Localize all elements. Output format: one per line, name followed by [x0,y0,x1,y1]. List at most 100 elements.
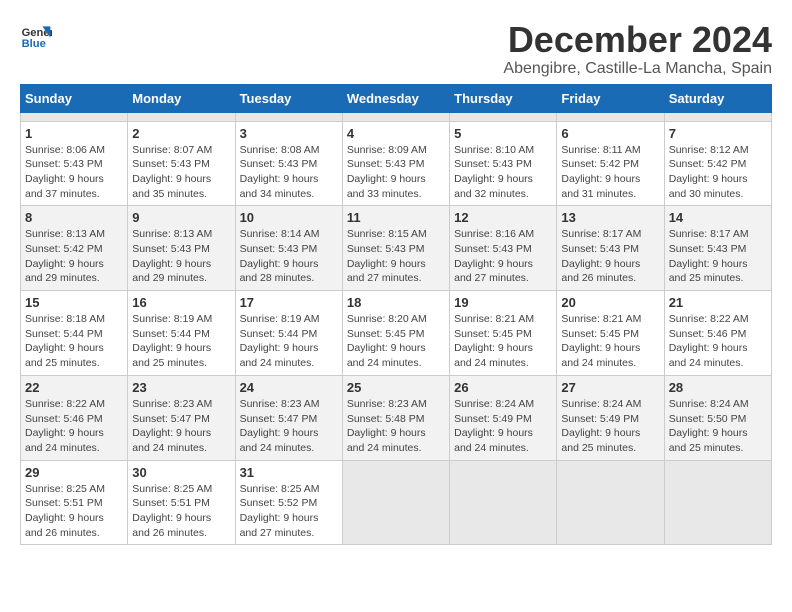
day-number: 28 [669,380,767,395]
calendar-cell [128,112,235,121]
day-number: 5 [454,126,552,141]
day-info: Sunrise: 8:25 AM Sunset: 5:51 PM Dayligh… [25,482,123,541]
logo: General Blue [20,20,52,52]
calendar-cell: 1 Sunrise: 8:06 AM Sunset: 5:43 PM Daylig… [21,121,128,206]
day-info: Sunrise: 8:06 AM Sunset: 5:43 PM Dayligh… [25,143,123,202]
day-info: Sunrise: 8:25 AM Sunset: 5:51 PM Dayligh… [132,482,230,541]
calendar-cell [664,112,771,121]
calendar-cell: 8 Sunrise: 8:13 AM Sunset: 5:42 PM Daylig… [21,206,128,291]
day-info: Sunrise: 8:23 AM Sunset: 5:48 PM Dayligh… [347,397,445,456]
day-number: 9 [132,210,230,225]
day-info: Sunrise: 8:15 AM Sunset: 5:43 PM Dayligh… [347,227,445,286]
calendar-week-row: 1 Sunrise: 8:06 AM Sunset: 5:43 PM Daylig… [21,121,772,206]
day-number: 15 [25,295,123,310]
day-info: Sunrise: 8:09 AM Sunset: 5:43 PM Dayligh… [347,143,445,202]
day-number: 11 [347,210,445,225]
day-number: 10 [240,210,338,225]
calendar-cell: 3 Sunrise: 8:08 AM Sunset: 5:43 PM Daylig… [235,121,342,206]
calendar-cell: 31Sunrise: 8:25 AM Sunset: 5:52 PM Dayli… [235,460,342,545]
location-title: Abengibre, Castille-La Mancha, Spain [503,60,772,78]
calendar-cell: 16 Sunrise: 8:19 AM Sunset: 5:44 PM Dayli… [128,291,235,376]
day-number: 23 [132,380,230,395]
day-info: Sunrise: 8:11 AM Sunset: 5:42 PM Dayligh… [561,143,659,202]
day-number: 26 [454,380,552,395]
day-info: Sunrise: 8:19 AM Sunset: 5:44 PM Dayligh… [240,312,338,371]
calendar-table: SundayMondayTuesdayWednesdayThursdayFrid… [20,84,772,546]
day-info: Sunrise: 8:22 AM Sunset: 5:46 PM Dayligh… [25,397,123,456]
day-number: 20 [561,295,659,310]
day-number: 6 [561,126,659,141]
calendar-cell: 15 Sunrise: 8:18 AM Sunset: 5:44 PM Dayli… [21,291,128,376]
day-of-week-header: Wednesday [342,84,449,112]
calendar-cell [450,112,557,121]
calendar-cell: 2Sunrise: 8:07 AM Sunset: 5:43 PM Daylig… [128,121,235,206]
day-number: 13 [561,210,659,225]
day-info: Sunrise: 8:10 AM Sunset: 5:43 PM Dayligh… [454,143,552,202]
calendar-cell: 9Sunrise: 8:13 AM Sunset: 5:43 PM Daylig… [128,206,235,291]
day-number: 16 [132,295,230,310]
day-info: Sunrise: 8:17 AM Sunset: 5:43 PM Dayligh… [669,227,767,286]
title-block: December 2024 Abengibre, Castille-La Man… [503,20,772,78]
calendar-cell [450,460,557,545]
day-number: 22 [25,380,123,395]
day-number: 19 [454,295,552,310]
month-title: December 2024 [503,20,772,60]
calendar-cell: 17Sunrise: 8:19 AM Sunset: 5:44 PM Dayli… [235,291,342,376]
calendar-cell: 25 Sunrise: 8:23 AM Sunset: 5:48 PM Dayli… [342,375,449,460]
calendar-week-row: 22 Sunrise: 8:22 AM Sunset: 5:46 PM Dayli… [21,375,772,460]
calendar-cell: 5 Sunrise: 8:10 AM Sunset: 5:43 PM Daylig… [450,121,557,206]
calendar-week-row: 8 Sunrise: 8:13 AM Sunset: 5:42 PM Daylig… [21,206,772,291]
day-info: Sunrise: 8:24 AM Sunset: 5:50 PM Dayligh… [669,397,767,456]
calendar-cell: 10 Sunrise: 8:14 AM Sunset: 5:43 PM Dayli… [235,206,342,291]
day-info: Sunrise: 8:18 AM Sunset: 5:44 PM Dayligh… [25,312,123,371]
day-info: Sunrise: 8:21 AM Sunset: 5:45 PM Dayligh… [561,312,659,371]
calendar-cell: 26Sunrise: 8:24 AM Sunset: 5:49 PM Dayli… [450,375,557,460]
day-of-week-header: Sunday [21,84,128,112]
day-info: Sunrise: 8:08 AM Sunset: 5:43 PM Dayligh… [240,143,338,202]
calendar-cell: 29 Sunrise: 8:25 AM Sunset: 5:51 PM Dayli… [21,460,128,545]
day-info: Sunrise: 8:07 AM Sunset: 5:43 PM Dayligh… [132,143,230,202]
day-number: 4 [347,126,445,141]
day-of-week-header: Saturday [664,84,771,112]
day-number: 27 [561,380,659,395]
day-of-week-header: Thursday [450,84,557,112]
day-number: 21 [669,295,767,310]
calendar-cell: 6 Sunrise: 8:11 AM Sunset: 5:42 PM Daylig… [557,121,664,206]
calendar-cell [342,460,449,545]
svg-text:Blue: Blue [22,38,46,50]
day-number: 3 [240,126,338,141]
calendar-cell: 27Sunrise: 8:24 AM Sunset: 5:49 PM Dayli… [557,375,664,460]
day-number: 30 [132,465,230,480]
day-number: 7 [669,126,767,141]
day-number: 14 [669,210,767,225]
day-info: Sunrise: 8:12 AM Sunset: 5:42 PM Dayligh… [669,143,767,202]
day-info: Sunrise: 8:22 AM Sunset: 5:46 PM Dayligh… [669,312,767,371]
day-number: 25 [347,380,445,395]
day-number: 29 [25,465,123,480]
calendar-week-row [21,112,772,121]
day-info: Sunrise: 8:14 AM Sunset: 5:43 PM Dayligh… [240,227,338,286]
day-info: Sunrise: 8:19 AM Sunset: 5:44 PM Dayligh… [132,312,230,371]
day-info: Sunrise: 8:20 AM Sunset: 5:45 PM Dayligh… [347,312,445,371]
day-info: Sunrise: 8:23 AM Sunset: 5:47 PM Dayligh… [240,397,338,456]
calendar-cell: 11 Sunrise: 8:15 AM Sunset: 5:43 PM Dayli… [342,206,449,291]
day-number: 18 [347,295,445,310]
day-number: 12 [454,210,552,225]
day-info: Sunrise: 8:21 AM Sunset: 5:45 PM Dayligh… [454,312,552,371]
day-info: Sunrise: 8:16 AM Sunset: 5:43 PM Dayligh… [454,227,552,286]
day-info: Sunrise: 8:17 AM Sunset: 5:43 PM Dayligh… [561,227,659,286]
calendar-cell: 20 Sunrise: 8:21 AM Sunset: 5:45 PM Dayli… [557,291,664,376]
day-number: 8 [25,210,123,225]
day-of-week-header: Tuesday [235,84,342,112]
calendar-cell [557,112,664,121]
calendar-cell: 13 Sunrise: 8:17 AM Sunset: 5:43 PM Dayli… [557,206,664,291]
day-number: 1 [25,126,123,141]
day-number: 31 [240,465,338,480]
calendar-cell: 7 Sunrise: 8:12 AM Sunset: 5:42 PM Daylig… [664,121,771,206]
calendar-cell [557,460,664,545]
calendar-cell: 19 Sunrise: 8:21 AM Sunset: 5:45 PM Dayli… [450,291,557,376]
calendar-week-row: 29 Sunrise: 8:25 AM Sunset: 5:51 PM Dayli… [21,460,772,545]
calendar-cell: 28 Sunrise: 8:24 AM Sunset: 5:50 PM Dayli… [664,375,771,460]
logo-icon: General Blue [20,20,52,52]
day-info: Sunrise: 8:13 AM Sunset: 5:42 PM Dayligh… [25,227,123,286]
